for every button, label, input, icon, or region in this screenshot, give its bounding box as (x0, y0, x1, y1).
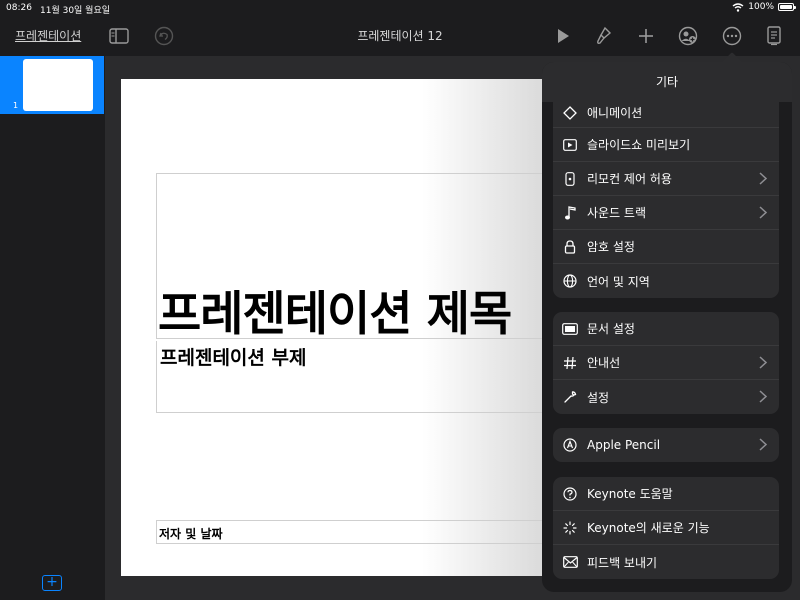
presentations-back-link[interactable]: 프레젠테이션 (15, 27, 81, 44)
more-popover: 기타 애니메이션 슬라이드쇼 미리보기 리모컨 제어 허용 사운드 트랙 암호 … (542, 62, 792, 592)
battery-fill (780, 5, 792, 9)
battery-percent: 100% (748, 2, 774, 12)
menu-item-label: 문서 설정 (587, 322, 635, 336)
status-time: 08:26 (6, 3, 32, 13)
slide-navigator: 1 + (0, 56, 105, 600)
status-right: 100% (732, 2, 796, 12)
presenter-notes-icon[interactable] (762, 24, 786, 48)
remote-icon (553, 171, 587, 186)
menu-item-settings[interactable]: 설정 (553, 380, 779, 414)
menu-group-presentation: 애니메이션 슬라이드쇼 미리보기 리모컨 제어 허용 사운드 트랙 암호 설정 … (553, 98, 779, 298)
wifi-icon (732, 2, 744, 12)
menu-item-send-feedback[interactable]: 피드백 보내기 (553, 545, 779, 579)
pencil-circle-icon (553, 438, 587, 452)
collaborate-icon[interactable] (676, 24, 700, 48)
globe-icon (553, 274, 587, 288)
envelope-icon (553, 556, 587, 568)
slide-title[interactable]: 프레젠테이션 제목 (158, 275, 578, 344)
format-brush-icon[interactable] (592, 24, 616, 48)
add-icon[interactable] (634, 24, 658, 48)
menu-item-keynote-help[interactable]: Keynote 도움말 (553, 477, 779, 511)
menu-item-label: 애니메이션 (587, 106, 643, 120)
slide[interactable]: 프레젠테이션 제목 프레젠테이션 부제 저자 및 날짜 (121, 79, 556, 576)
menu-item-label: 암호 설정 (587, 240, 635, 254)
chevron-right-icon (759, 172, 767, 185)
wrench-icon (553, 390, 587, 404)
document-setup-icon (553, 322, 587, 335)
menu-item-label: 사운드 트랙 (587, 206, 647, 220)
menu-item-language-region[interactable]: 언어 및 지역 (553, 264, 779, 298)
menu-item-label: 리모컨 제어 허용 (587, 172, 672, 186)
slide-number: 1 (13, 101, 19, 110)
menu-item-label: 언어 및 지역 (587, 274, 650, 289)
play-icon[interactable] (551, 24, 575, 48)
slide-author[interactable]: 저자 및 날짜 (159, 525, 223, 542)
menu-item-soundtrack[interactable]: 사운드 트랙 (553, 196, 779, 230)
menu-item-label: 설정 (587, 390, 610, 405)
menu-group-pencil: Apple Pencil (553, 428, 779, 462)
music-note-icon (553, 205, 587, 220)
menu-item-whats-new[interactable]: Keynote의 새로운 기능 (553, 511, 779, 545)
lock-icon (553, 239, 587, 254)
battery-icon (778, 3, 796, 11)
chevron-right-icon (759, 356, 767, 369)
slide-thumbnail[interactable] (23, 59, 93, 111)
status-bar: 08:26 11월 30일 월요일 100% (0, 0, 800, 16)
menu-item-label: 안내선 (587, 356, 621, 370)
sidebar-toggle-icon[interactable] (107, 24, 131, 48)
chevron-right-icon (759, 438, 767, 451)
sparkle-icon (553, 520, 587, 535)
menu-item-apple-pencil[interactable]: Apple Pencil (553, 428, 779, 462)
menu-group-document: 문서 설정 안내선 설정 (553, 312, 779, 414)
more-icon[interactable] (720, 24, 744, 48)
menu-item-remote[interactable]: 리모컨 제어 허용 (553, 162, 779, 196)
menu-item-label: 슬라이드쇼 미리보기 (587, 138, 691, 152)
status-date: 11월 30일 월요일 (40, 6, 111, 16)
menu-item-password[interactable]: 암호 설정 (553, 230, 779, 264)
slide-subtitle[interactable]: 프레젠테이션 부제 (160, 343, 306, 370)
menu-item-label: Keynote 도움말 (587, 487, 673, 501)
toolbar: 프레젠테이션 프레젠테이션 12 (0, 16, 800, 56)
help-icon (553, 486, 587, 501)
menu-item-label: Keynote의 새로운 기능 (587, 521, 710, 535)
chevron-right-icon (759, 206, 767, 219)
popover-title: 기타 (542, 62, 792, 102)
menu-item-slideshow-preview[interactable]: 슬라이드쇼 미리보기 (553, 128, 779, 162)
chevron-right-icon (759, 390, 767, 403)
slide-thumbnail-selected[interactable]: 1 (0, 56, 104, 114)
add-slide-button[interactable]: + (42, 575, 62, 591)
undo-icon[interactable] (152, 24, 176, 48)
menu-group-help: Keynote 도움말 Keynote의 새로운 기능 피드백 보내기 (553, 477, 779, 579)
menu-item-label: 피드백 보내기 (587, 555, 658, 570)
menu-item-animation[interactable]: 애니메이션 (553, 98, 779, 128)
animation-icon (553, 105, 587, 120)
menu-item-document-setup[interactable]: 문서 설정 (553, 312, 779, 346)
guides-icon (553, 356, 587, 370)
menu-item-guides[interactable]: 안내선 (553, 346, 779, 380)
document-title[interactable]: 프레젠테이션 12 (357, 29, 442, 43)
menu-item-label: Apple Pencil (587, 438, 661, 452)
play-preview-icon (553, 138, 587, 151)
